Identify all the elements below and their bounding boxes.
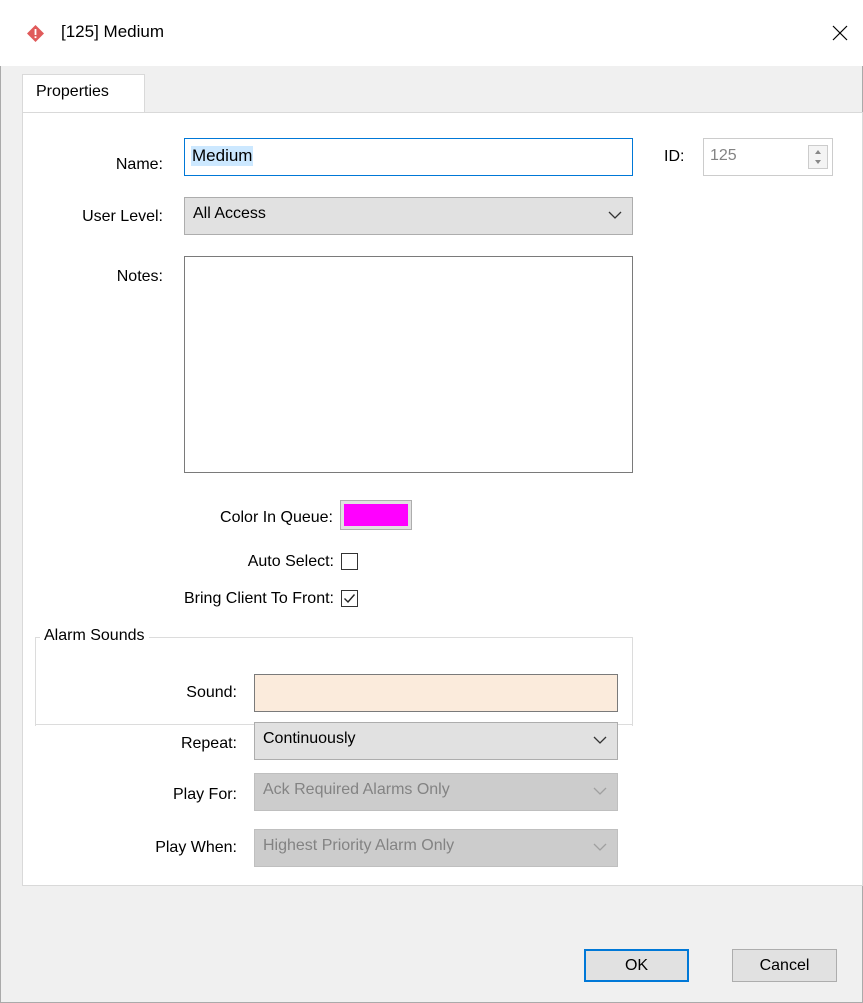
tab-properties[interactable]: Properties	[22, 74, 145, 113]
close-icon	[832, 25, 848, 41]
spin-up-icon[interactable]	[809, 146, 827, 157]
title-bar: [125] Medium	[0, 0, 863, 66]
close-button[interactable]	[817, 11, 863, 55]
color-in-queue-label: Color In Queue:	[220, 509, 333, 526]
play-when-select[interactable]: Highest Priority Alarm Only	[254, 829, 618, 867]
play-when-value: Highest Priority Alarm Only	[263, 837, 455, 854]
play-for-value: Ack Required Alarms Only	[263, 781, 450, 798]
auto-select-checkbox[interactable]	[341, 553, 358, 570]
ok-button[interactable]: OK	[584, 949, 689, 982]
notes-textarea[interactable]	[184, 256, 633, 473]
auto-select-label: Auto Select:	[247, 553, 334, 570]
color-swatch-button[interactable]	[340, 500, 412, 530]
checkmark-icon	[344, 594, 356, 604]
bring-client-label: Bring Client To Front:	[184, 590, 334, 607]
chevron-down-icon	[593, 736, 607, 744]
user-level-select[interactable]: All Access	[184, 197, 633, 235]
chevron-down-icon	[608, 211, 622, 219]
chevron-down-icon	[593, 843, 607, 851]
name-label: Name:	[115, 156, 163, 173]
user-level-value: All Access	[193, 205, 266, 222]
cancel-button[interactable]: Cancel	[732, 949, 837, 982]
spinner-buttons[interactable]	[808, 145, 828, 169]
notes-label: Notes:	[116, 268, 163, 285]
name-field[interactable]: Medium	[184, 138, 633, 176]
alarm-sounds-legend: Alarm Sounds	[40, 627, 149, 645]
repeat-value: Continuously	[263, 730, 356, 747]
sound-field[interactable]	[254, 674, 618, 712]
repeat-label: Repeat:	[180, 735, 237, 752]
spin-down-icon[interactable]	[809, 157, 827, 168]
bring-client-checkbox[interactable]	[341, 590, 358, 607]
name-field-value: Medium	[191, 146, 254, 166]
play-when-label: Play When:	[155, 839, 237, 856]
color-swatch	[344, 504, 408, 526]
chevron-down-icon	[593, 787, 607, 795]
play-for-label: Play For:	[172, 786, 237, 803]
sound-label: Sound:	[186, 684, 237, 701]
red-diamond-icon	[27, 25, 44, 42]
user-level-label: User Level:	[82, 208, 163, 225]
id-value: 125	[710, 147, 737, 164]
id-label: ID:	[664, 148, 685, 165]
id-spinner[interactable]: 125	[703, 138, 833, 176]
repeat-select[interactable]: Continuously	[254, 722, 618, 760]
play-for-select[interactable]: Ack Required Alarms Only	[254, 773, 618, 811]
window-title: [125] Medium	[61, 22, 164, 41]
